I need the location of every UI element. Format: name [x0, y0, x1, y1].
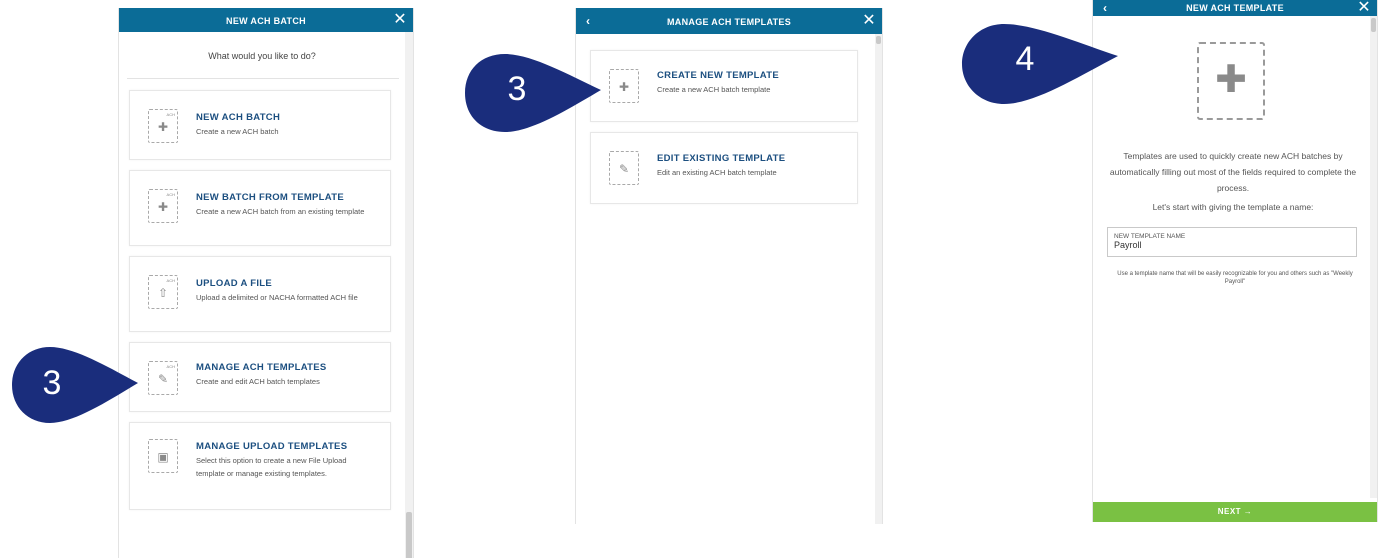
scrollbar-thumb[interactable] [406, 512, 412, 558]
scrollbar[interactable] [875, 34, 882, 524]
close-icon[interactable]: ✕ [862, 13, 876, 29]
option-upload-a-file[interactable]: ACH ⇧ UPLOAD A FILE Upload a delimited or… [129, 256, 391, 332]
option-manage-ach-templates[interactable]: ACH ✎ MANAGE ACH TEMPLATES Create and edi… [129, 342, 391, 412]
panel-header: ‹ MANAGE ACH TEMPLATES ✕ [576, 8, 882, 34]
plus-icon: ✚ [609, 69, 639, 103]
upload-arrow-icon: ACH ⇧ [148, 275, 178, 309]
ach-tag: ACH [166, 112, 175, 117]
option-title: EDIT EXISTING TEMPLATE [657, 153, 786, 164]
scrollbar-thumb[interactable] [876, 36, 881, 44]
new-template-file-icon: ✚ [1197, 42, 1265, 120]
panel-header: NEW ACH BATCH ✕ [119, 8, 413, 32]
template-name-hint: Use a template name that will be easily … [1117, 271, 1353, 285]
option-desc: Select this option to create a new File … [196, 456, 347, 478]
ach-tag: ACH [166, 278, 175, 283]
pencil-icon: ✎ [609, 151, 639, 185]
pencil-icon: ACH ✎ [148, 361, 178, 395]
ach-tag: ACH [166, 192, 175, 197]
plus-icon: ACH ✚ [148, 189, 178, 223]
option-title: CREATE NEW TEMPLATE [657, 70, 779, 81]
scrollbar-thumb[interactable] [1371, 18, 1376, 32]
option-new-batch-from-template[interactable]: ACH ✚ NEW BATCH FROM TEMPLATE Create a ne… [129, 170, 391, 246]
option-manage-upload-templates[interactable]: ▣ MANAGE UPLOAD TEMPLATES Select this op… [129, 422, 391, 510]
panel-title: NEW ACH BATCH [226, 16, 306, 26]
option-title: NEW ACH BATCH [196, 112, 281, 123]
option-edit-existing-template[interactable]: ✎ EDIT EXISTING TEMPLATE Edit an existin… [590, 132, 858, 204]
step-number: 4 [1015, 40, 1035, 78]
template-name-field[interactable]: NEW TEMPLATE NAME Payroll [1107, 227, 1357, 257]
option-desc: Create a new ACH batch [196, 127, 279, 136]
manage-ach-templates-panel: ‹ MANAGE ACH TEMPLATES ✕ ✚ CREATE NEW TE… [575, 8, 883, 524]
option-title: MANAGE ACH TEMPLATES [196, 362, 327, 373]
plus-icon: ACH ✚ [148, 109, 178, 143]
template-instruction-text: Let's start with giving the template a n… [1152, 202, 1314, 212]
ach-tag: ACH [166, 364, 175, 369]
new-ach-template-panel: ‹ NEW ACH TEMPLATE ✕ ✚ Templates are use… [1092, 0, 1378, 522]
option-desc: Upload a delimited or NACHA formatted AC… [196, 293, 358, 302]
template-name-input[interactable]: Payroll [1114, 240, 1142, 250]
option-new-ach-batch[interactable]: ACH ✚ NEW ACH BATCH Create a new ACH batc… [129, 90, 391, 160]
step-number: 3 [42, 364, 62, 402]
template-name-label: NEW TEMPLATE NAME [1114, 233, 1186, 240]
option-title: NEW BATCH FROM TEMPLATE [196, 192, 344, 203]
template-intro-text: Templates are used to quickly create new… [1109, 151, 1357, 193]
option-desc: Create and edit ACH batch templates [196, 377, 320, 386]
step-number: 3 [507, 70, 527, 108]
option-title: UPLOAD A FILE [196, 278, 273, 289]
close-icon[interactable]: ✕ [1357, 0, 1371, 16]
scrollbar[interactable] [1370, 16, 1377, 498]
next-button[interactable]: NEXT → [1093, 502, 1377, 522]
new-ach-batch-panel: NEW ACH BATCH ✕ What would you like to d… [118, 8, 414, 558]
divider [127, 78, 399, 79]
option-title: MANAGE UPLOAD TEMPLATES [196, 441, 348, 452]
option-create-new-template[interactable]: ✚ CREATE NEW TEMPLATE Create a new ACH b… [590, 50, 858, 122]
panel-title: MANAGE ACH TEMPLATES [667, 17, 791, 27]
panel-title: NEW ACH TEMPLATE [1186, 3, 1284, 13]
close-icon[interactable]: ✕ [393, 12, 407, 28]
option-desc: Edit an existing ACH batch template [657, 168, 777, 177]
option-desc: Create a new ACH batch template [657, 85, 771, 94]
option-desc: Create a new ACH batch from an existing … [196, 207, 365, 216]
prompt-text: What would you like to do? [208, 51, 316, 61]
file-pencil-icon: ▣ [148, 439, 178, 473]
panel-header: ‹ NEW ACH TEMPLATE ✕ [1093, 0, 1377, 16]
scrollbar[interactable] [405, 32, 413, 558]
